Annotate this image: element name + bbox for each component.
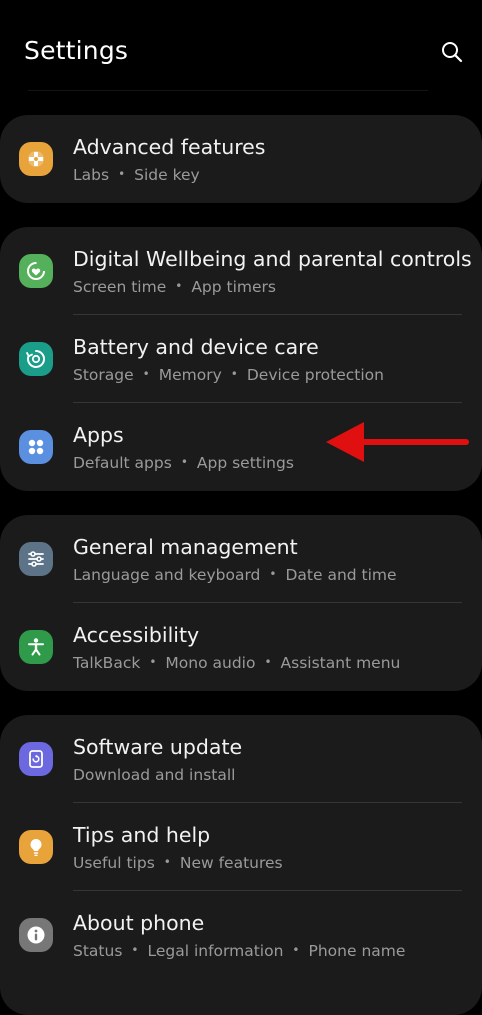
subtitle-part: Default apps — [73, 454, 172, 472]
settings-item-general-management[interactable]: General management Language and keyboard… — [0, 515, 482, 603]
item-title: Tips and help — [73, 823, 211, 847]
info-icon — [19, 918, 53, 952]
subtitle-part: Assistant menu — [280, 654, 401, 672]
item-title: About phone — [73, 911, 205, 935]
subtitle-part: Legal information — [147, 942, 284, 960]
item-title: Battery and device care — [73, 335, 319, 359]
subtitle-part: Download and install — [73, 766, 236, 784]
settings-card-support: Software update Download and install Tip… — [0, 715, 482, 1015]
item-subtitle: Download and install — [73, 766, 235, 784]
search-icon — [442, 42, 463, 63]
settings-item-tips-help[interactable]: Tips and help Useful tips • New features — [0, 803, 482, 891]
subtitle-part: Memory — [158, 366, 222, 384]
subtitle-part: App timers — [191, 278, 277, 296]
settings-card-management: General management Language and keyboard… — [0, 515, 482, 691]
item-title: General management — [73, 535, 298, 559]
item-title: Software update — [73, 735, 243, 759]
apps-grid-icon — [19, 430, 53, 464]
settings-item-about-phone[interactable]: About phone Status • Legal information • Pho… — [0, 891, 482, 979]
subtitle-part: Storage — [73, 366, 134, 384]
page-title: Settings — [24, 36, 129, 65]
settings-item-digital-wellbeing[interactable]: Digital Wellbeing and parental controls … — [0, 227, 482, 315]
subtitle-part: Mono audio — [165, 654, 256, 672]
search-button[interactable] — [436, 36, 468, 68]
header-divider — [28, 90, 428, 91]
sliders-icon — [19, 542, 53, 576]
item-subtitle: TalkBack • Mono audio • Assistant menu — [73, 654, 401, 672]
app-header: Settings — [0, 0, 482, 92]
subtitle-part: Labs — [73, 166, 110, 184]
subtitle-part: Side key — [134, 166, 200, 184]
subtitle-part: Phone name — [308, 942, 406, 960]
item-title: Apps — [73, 423, 124, 447]
subtitle-part: Date and time — [285, 566, 397, 584]
subtitle-part: App settings — [196, 454, 294, 472]
item-title: Digital Wellbeing and parental controls — [73, 247, 472, 271]
settings-card-advanced: Advanced features Labs • Side key — [0, 115, 482, 203]
item-subtitle: Default apps • App settings — [73, 454, 294, 472]
subtitle-part: Status — [73, 942, 123, 960]
subtitle-part: Screen time — [73, 278, 167, 296]
settings-item-accessibility[interactable]: Accessibility TalkBack • Mono audio • Assist… — [0, 603, 482, 691]
subtitle-part: TalkBack — [73, 654, 141, 672]
settings-item-advanced-features[interactable]: Advanced features Labs • Side key — [0, 115, 482, 203]
wellbeing-heart-icon — [19, 254, 53, 288]
subtitle-part: New features — [179, 854, 283, 872]
settings-item-software-update[interactable]: Software update Download and install — [0, 715, 482, 803]
item-subtitle: Useful tips • New features — [73, 854, 283, 872]
device-care-icon — [19, 342, 53, 376]
item-subtitle: Screen time • App timers — [73, 278, 277, 296]
software-update-icon — [19, 742, 53, 776]
lightbulb-icon — [19, 830, 53, 864]
subtitle-part: Device protection — [246, 366, 384, 384]
item-subtitle: Language and keyboard • Date and time — [73, 566, 397, 584]
item-subtitle: Status • Legal information • Phone name — [73, 942, 406, 960]
item-subtitle: Storage • Memory • Device protection — [73, 366, 384, 384]
item-title: Advanced features — [73, 135, 266, 159]
subtitle-part: Useful tips — [73, 854, 155, 872]
item-title: Accessibility — [73, 623, 200, 647]
plus-puzzle-icon — [19, 142, 53, 176]
red-arrow-icon — [326, 422, 469, 462]
settings-item-battery-device-care[interactable]: Battery and device care Storage • Memory • D… — [0, 315, 482, 403]
item-subtitle: Labs • Side key — [73, 166, 200, 184]
subtitle-part: Language and keyboard — [73, 566, 261, 584]
accessibility-person-icon — [19, 630, 53, 664]
